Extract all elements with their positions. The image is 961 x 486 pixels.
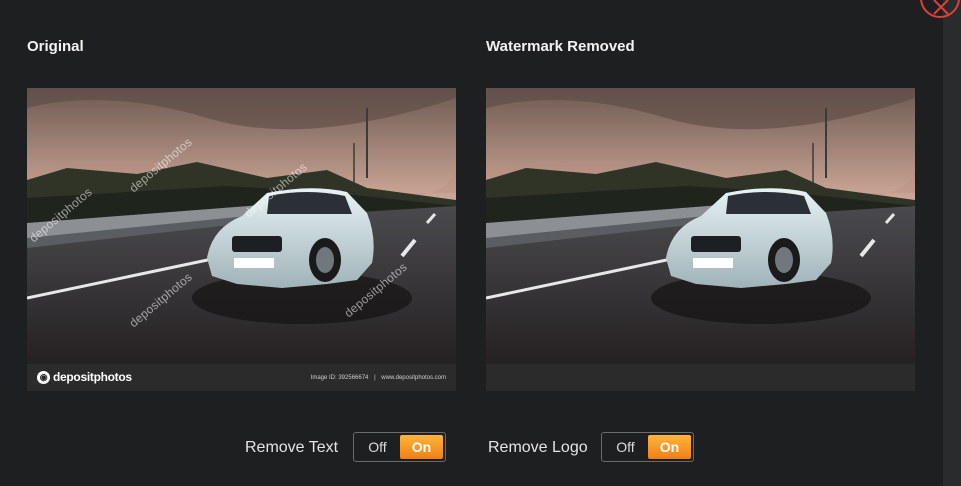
original-title: Original [27,38,84,55]
close-icon [933,0,949,15]
watermark-meta: Image ID: 392566674 | www.depositphotos.… [310,375,446,381]
remove-text-on-option[interactable]: On [400,435,443,459]
remove-logo-toggle[interactable]: Off On [601,432,694,462]
scrollbar-track[interactable] [943,0,961,486]
remove-logo-label: Remove Logo [488,439,588,456]
remove-text-off-option[interactable]: Off [354,433,401,461]
image-id-text: Image ID: 392566674 [310,375,369,381]
remove-text-label: Remove Text [245,439,339,456]
remove-logo-off-option[interactable]: Off [602,433,649,461]
watermark-logo-text: depositphotos [53,370,132,384]
site-text: www.depositphotos.com [381,375,446,381]
original-image: depositphotos depositphotos depositphoto… [27,88,456,391]
watermark-logo: ◉ depositphotos [37,370,132,384]
watermark-removed-title: Watermark Removed [486,38,635,55]
remove-logo-on-option[interactable]: On [648,435,691,459]
depositphotos-logo-icon: ◉ [37,370,50,384]
remove-text-toggle[interactable]: Off On [353,432,446,462]
watermark-removed-image [486,88,915,391]
